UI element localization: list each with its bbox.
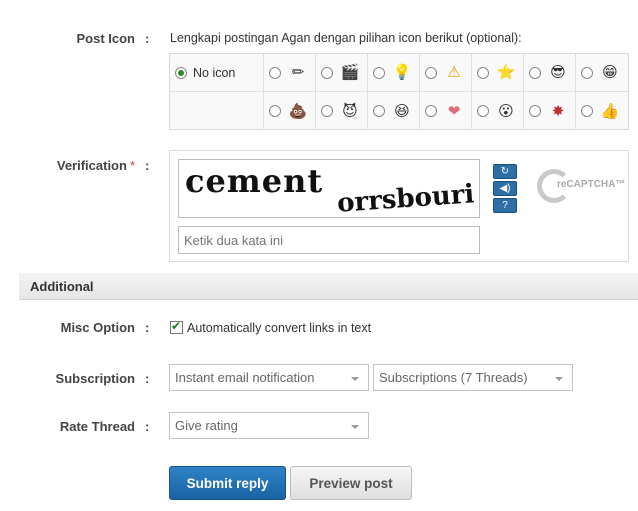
icon-option[interactable]: 😎 [524, 54, 576, 92]
subscriptions-threads-select[interactable]: Subscriptions (7 Threads) [373, 364, 573, 391]
icon-radio[interactable] [529, 105, 541, 117]
icon-radio[interactable] [321, 105, 333, 117]
icon-radio[interactable] [425, 66, 437, 79]
icon-radio[interactable] [529, 66, 541, 79]
warning-icon: ⚠ [447, 64, 461, 81]
icon-option[interactable]: 😮 [472, 92, 524, 130]
chevron-down-icon [555, 377, 563, 381]
poop-icon: 💩 [288, 102, 308, 120]
lightbulb-icon: 💡 [392, 64, 412, 81]
icon-radio[interactable] [425, 105, 437, 117]
icon-radio[interactable] [477, 105, 489, 117]
refresh-icon[interactable]: ↻ [493, 164, 517, 179]
captcha-input[interactable] [178, 226, 480, 254]
icon-radio[interactable] [321, 66, 333, 79]
cool-face-icon: 😎 [550, 64, 566, 81]
colon: : [145, 371, 150, 386]
icon-option[interactable]: 😁 [576, 54, 628, 92]
heart-icon: ❤ [447, 102, 461, 120]
no-icon-label: No icon [193, 65, 236, 80]
icon-option[interactable]: ✏ [264, 54, 316, 92]
smiley-face-icon: 😁 [602, 64, 618, 81]
colon: : [145, 320, 150, 335]
post-icon-description: Lengkapi postingan Agan dengan pilihan i… [170, 31, 522, 45]
subscription-select[interactable]: Instant email notification [169, 364, 369, 391]
section-title: Additional [30, 279, 94, 294]
post-icon-label: Post Icon [76, 31, 135, 46]
preview-post-button[interactable]: Preview post [290, 466, 412, 500]
clapper-icon: 🎬 [340, 64, 360, 81]
shocked-face-icon: 😮 [498, 102, 514, 120]
icon-option[interactable]: 👍 [576, 92, 628, 130]
icon-radio[interactable] [269, 105, 281, 117]
thumbs-up-icon: 👍 [600, 102, 620, 120]
submit-reply-button[interactable]: Submit reply [169, 466, 286, 500]
colon: : [145, 419, 150, 434]
icon-option[interactable]: 💡 [368, 54, 420, 92]
icon-option[interactable]: 🎬 [316, 54, 368, 92]
colon: : [145, 31, 150, 46]
chevron-down-icon [351, 425, 359, 429]
icon-radio[interactable] [373, 66, 385, 79]
icon-radio[interactable] [581, 66, 593, 79]
no-icon-radio[interactable] [175, 66, 187, 79]
chevron-down-icon [351, 377, 359, 381]
additional-section-header: Additional [19, 273, 638, 300]
icon-option[interactable]: ⚠ [420, 54, 472, 92]
icon-option[interactable]: ✸ [524, 92, 576, 130]
evil-face-icon: 😈 [342, 102, 358, 120]
icon-option[interactable]: 😆 [368, 92, 420, 130]
pencil-icon: ✏ [291, 64, 305, 81]
help-icon[interactable]: ? [493, 198, 517, 213]
subscriptions-threads-value: Subscriptions (7 Threads) [379, 370, 528, 385]
empty-cell [170, 92, 264, 130]
rate-thread-value: Give rating [175, 418, 238, 433]
auto-convert-links-label: Automatically convert links in text [187, 321, 372, 335]
auto-convert-links-checkbox[interactable] [170, 319, 183, 334]
captcha-word-2: orrsbouri [336, 179, 476, 218]
rate-thread-label: Rate Thread [59, 419, 135, 434]
icon-option[interactable]: 💩 [264, 92, 316, 130]
star-icon: ⭐ [496, 64, 516, 81]
angry-badge-icon: ✸ [551, 102, 565, 120]
icon-option[interactable]: 😈 [316, 92, 368, 130]
audio-icon[interactable]: ◀) [493, 181, 517, 196]
no-icon-option[interactable]: No icon [170, 54, 264, 92]
icon-radio[interactable] [581, 105, 593, 117]
icon-option[interactable]: ❤ [420, 92, 472, 130]
subscription-value: Instant email notification [175, 370, 315, 385]
captcha-image: cement orrsbouri [178, 159, 480, 218]
rate-thread-select[interactable]: Give rating [169, 412, 369, 439]
icon-radio[interactable] [373, 105, 385, 117]
grin-face-icon: 😆 [394, 102, 410, 120]
recaptcha-logo: reCAPTCHA™ [537, 169, 625, 209]
captcha-container: cement orrsbouri ↻ ◀) ? reCAPTCHA™ [169, 150, 629, 262]
captcha-controls: ↻ ◀) ? [493, 164, 519, 215]
post-icon-grid: No icon ✏ 🎬 💡 ⚠ ⭐ 😎 😁 💩 😈 😆 ❤ 😮 ✸ 👍 [169, 53, 629, 130]
subscription-label: Subscription [55, 371, 135, 386]
recaptcha-text: reCAPTCHA™ [557, 179, 626, 190]
misc-option-label: Misc Option [60, 320, 135, 335]
colon: : [145, 158, 150, 173]
icon-option[interactable]: ⭐ [472, 54, 524, 92]
icon-radio[interactable] [477, 66, 489, 79]
captcha-word-1: cement [185, 162, 324, 200]
required-mark: * [129, 158, 135, 173]
icon-radio[interactable] [269, 66, 281, 79]
verification-label: Verification * [56, 158, 135, 173]
